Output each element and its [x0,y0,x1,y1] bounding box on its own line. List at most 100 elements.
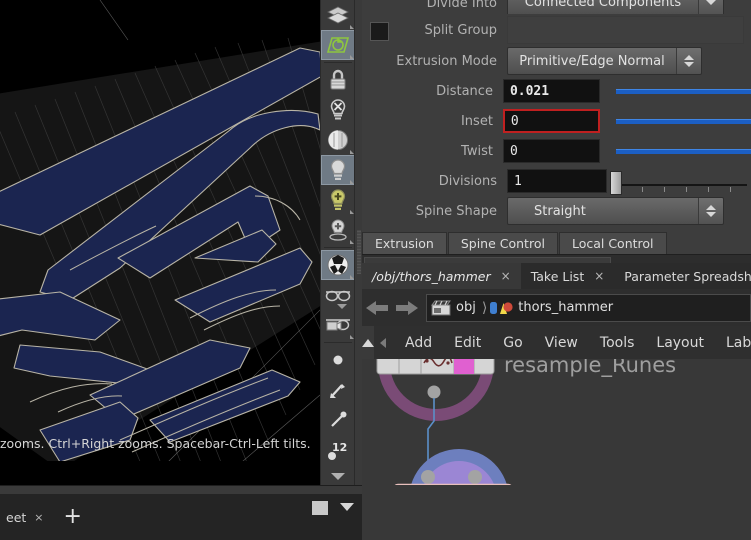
point-normals-icon[interactable] [321,375,355,405]
breadcrumb[interactable]: obj ⟩ thors_hammer [426,293,751,322]
param-row-distance[interactable]: Distance 0.021 [362,76,751,106]
bottom-right-filler [362,485,751,540]
viewport-geometry [0,0,320,485]
lock-icon[interactable] [321,65,355,95]
param-field-split-group[interactable] [507,16,744,44]
distance-input[interactable]: 0.021 [502,79,601,103]
select-geometry-icon[interactable] [321,0,355,30]
clapperboard-icon [431,300,451,315]
view-transform-icon[interactable] [321,30,355,60]
param-row-split-group[interactable]: Split Group [362,14,751,46]
crumb-thors-hammer[interactable]: thors_hammer [489,299,617,317]
tab-obj-thors-hammer-label: /obj/thors_hammer [372,268,491,284]
param-row-extrusion-mode[interactable]: Extrusion Mode Primitive/Edge Normal [362,46,751,76]
crumb-obj[interactable]: obj [431,300,480,316]
param-row-twist[interactable]: Twist 0 [362,136,751,166]
divide-into-dropdown-arrow[interactable] [698,0,723,14]
geometry-icon [490,301,513,314]
param-combo-spine-shape[interactable]: Straight [507,197,724,225]
vertex-normals-icon[interactable] [321,405,355,435]
bottom-maximize-icon[interactable] [312,501,328,515]
divisions-track [620,184,747,186]
pane-tab-row[interactable]: /obj/thors_hammer × Take List × Paramete… [362,263,751,289]
viewport-3d[interactable]: zooms. Ctrl+Right zooms. Spacebar-Ctrl-L… [0,0,320,485]
toolbar-divider [324,62,352,63]
tab-close-icon[interactable]: × [594,269,604,283]
nav-back-button[interactable] [362,289,392,326]
param-label-spine-shape: Spine Shape [415,203,497,219]
splitter-grip[interactable] [357,230,361,274]
extrusion-mode-spinner[interactable] [676,48,701,74]
param-combo-divide-into[interactable]: Connected Components [507,0,724,14]
no-light-icon[interactable] [321,95,355,125]
tab-spine-control[interactable]: Spine Control [447,232,558,254]
crumb-thors-hammer-label: thors_hammer [518,300,614,315]
ghost-display-icon[interactable] [321,280,355,310]
headlight-icon[interactable] [321,125,355,155]
menu-layout[interactable]: Layout [645,335,715,351]
tab-take-list[interactable]: Take List × [521,263,615,289]
menu-edit[interactable]: Edit [443,335,492,351]
menu-view[interactable]: View [534,335,589,351]
bottom-tab-truncated[interactable]: eet × [0,510,50,525]
inset-slider[interactable] [616,109,751,133]
param-row-divisions[interactable]: Divisions 1 [362,166,751,196]
spine-shape-spinner[interactable] [698,198,723,224]
tab-parameter-spreadsheet-label: Parameter Spreadsheet [624,268,751,284]
path-bar[interactable]: obj ⟩ thors_hammer [362,289,751,327]
menu-tools[interactable]: Tools [589,335,646,351]
tab-parameter-spreadsheet[interactable]: Parameter Spreadsheet × [614,263,751,289]
high-quality-light-icon[interactable] [321,185,355,215]
twist-input[interactable]: 0 [502,139,601,163]
toolbar-scroll-down[interactable] [321,467,355,485]
param-label-twist: Twist [461,143,493,159]
parameter-subtabs[interactable]: Extrusion Spine Control Local Control [362,232,751,254]
divisions-input[interactable]: 1 [507,169,607,193]
tab-close-icon[interactable]: × [501,269,511,283]
param-value-spine-shape: Straight [534,203,586,219]
point-numbers-icon[interactable]: 12 [321,435,355,465]
svg-text:12: 12 [332,441,347,454]
twist-slider-bar [616,148,751,154]
menu-add[interactable]: Add [394,335,443,351]
divisions-handle[interactable] [610,171,622,195]
nav-forward-button[interactable] [392,289,422,326]
bottom-menu-caret-icon[interactable] [340,503,354,511]
toolbar-divider-3 [324,342,352,343]
camera-glasses-icon[interactable] [321,310,355,340]
bottom-tab-close-icon[interactable]: × [34,511,43,524]
network-collapse-handle[interactable] [362,326,374,359]
inset-input[interactable]: 0 [502,109,601,133]
add-tab-button[interactable]: + [50,506,96,528]
tab-obj-thors-hammer[interactable]: /obj/thors_hammer × [362,263,521,289]
inset-slider-bar [616,118,751,124]
bottom-tabs[interactable]: eet × + [0,494,362,540]
param-label-extrusion-mode: Extrusion Mode [396,53,497,69]
param-row-inset[interactable]: Inset 0 [362,106,751,136]
menu-scroll-left-icon[interactable] [380,337,386,348]
point-display-icon[interactable] [321,345,355,375]
bottom-tab-bar[interactable]: eet × + [0,485,362,540]
split-group-checkbox[interactable] [370,22,389,41]
param-row-divide-into[interactable]: Divide Into Connected Components [362,0,751,14]
tab-extrusion[interactable]: Extrusion [362,232,447,254]
parameter-panel: Divide Into Connected Components Split G… [362,0,751,232]
param-row-spine-shape[interactable]: Spine Shape Straight [362,196,751,226]
param-value-extrusion-mode: Primitive/Edge Normal [519,53,665,69]
distance-slider-bar [616,88,751,94]
scene-light-icon[interactable] [321,155,355,185]
param-combo-extrusion-mode[interactable]: Primitive/Edge Normal [507,47,702,75]
viewport-bottom-band [0,461,320,485]
viewport-toolbar[interactable]: 12 [320,0,355,494]
twist-slider[interactable] [616,139,751,163]
menu-labs[interactable]: Labs [715,335,751,351]
toolbar-divider-2 [324,247,352,248]
divisions-slider[interactable] [608,169,747,195]
light-placement-icon[interactable] [321,215,355,245]
display-shaded-icon[interactable] [321,250,355,280]
network-editor-menubar[interactable]: Add Edit Go View Tools Layout Labs H [362,326,751,360]
tab-local-control[interactable]: Local Control [558,232,667,254]
bottom-tab-label: eet [6,509,27,525]
distance-slider[interactable] [616,79,751,103]
menu-go[interactable]: Go [492,335,533,351]
